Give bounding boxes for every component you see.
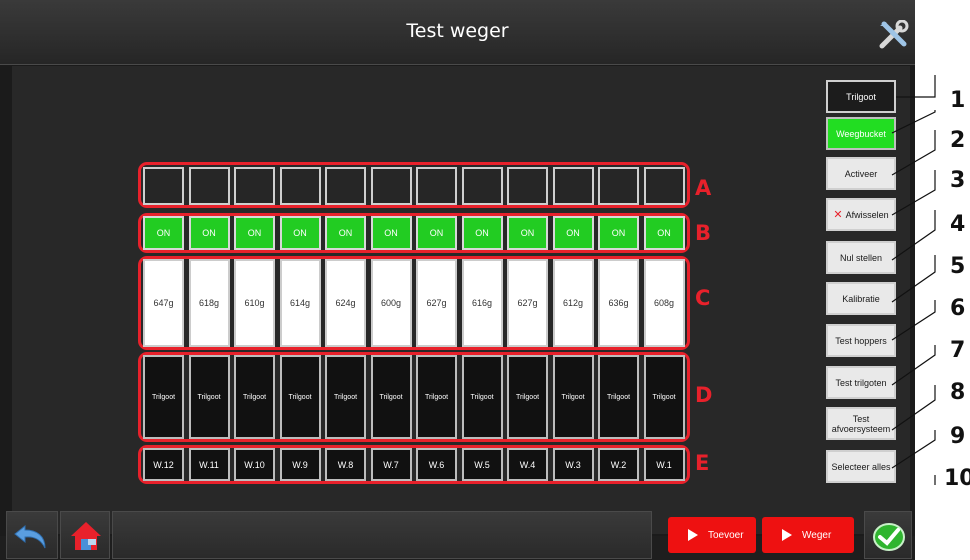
callout-2: 2 [950,128,966,153]
callout-3: 3 [950,168,966,193]
callout-4: 4 [950,212,966,237]
callout-9: 9 [950,424,966,449]
callout-10: 10 [944,466,970,491]
callout-7: 7 [950,338,966,363]
callout-8: 8 [950,380,966,405]
callout-lines [891,75,936,485]
callout-6: 6 [950,296,966,321]
callout-1: 1 [950,88,966,113]
callout-5: 5 [950,254,966,279]
